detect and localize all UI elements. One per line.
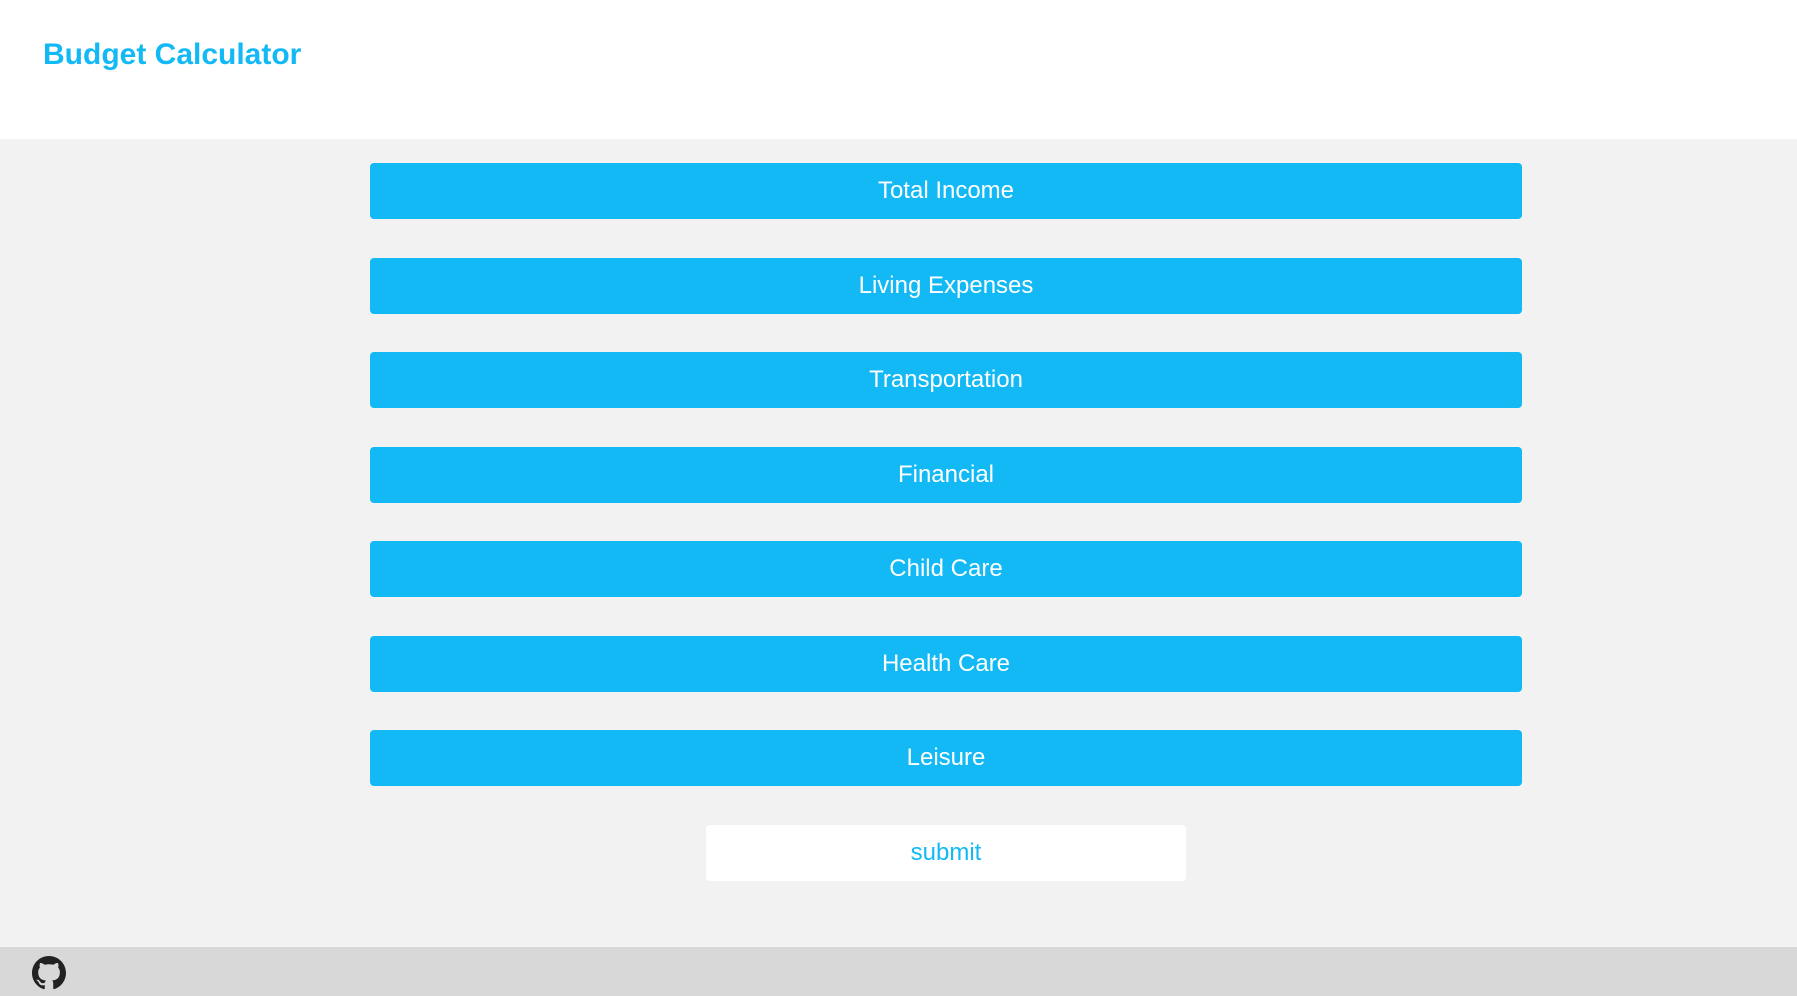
- health-care-button[interactable]: Health Care: [370, 635, 1522, 692]
- footer: [0, 947, 1797, 996]
- github-link[interactable]: [32, 956, 66, 990]
- living-expenses-button[interactable]: Living Expenses: [370, 257, 1522, 314]
- financial-button[interactable]: Financial: [370, 446, 1522, 503]
- github-icon: [32, 956, 66, 990]
- app-header: Budget Calculator: [0, 0, 1797, 139]
- category-list: Total Income Living Expenses Transportat…: [370, 163, 1522, 825]
- main-content: Total Income Living Expenses Transportat…: [0, 139, 1797, 947]
- total-income-button[interactable]: Total Income: [370, 163, 1522, 219]
- submit-button[interactable]: submit: [706, 825, 1186, 881]
- child-care-button[interactable]: Child Care: [370, 541, 1522, 597]
- transportation-button[interactable]: Transportation: [370, 352, 1522, 408]
- leisure-button[interactable]: Leisure: [370, 730, 1522, 786]
- app-title[interactable]: Budget Calculator: [43, 38, 301, 72]
